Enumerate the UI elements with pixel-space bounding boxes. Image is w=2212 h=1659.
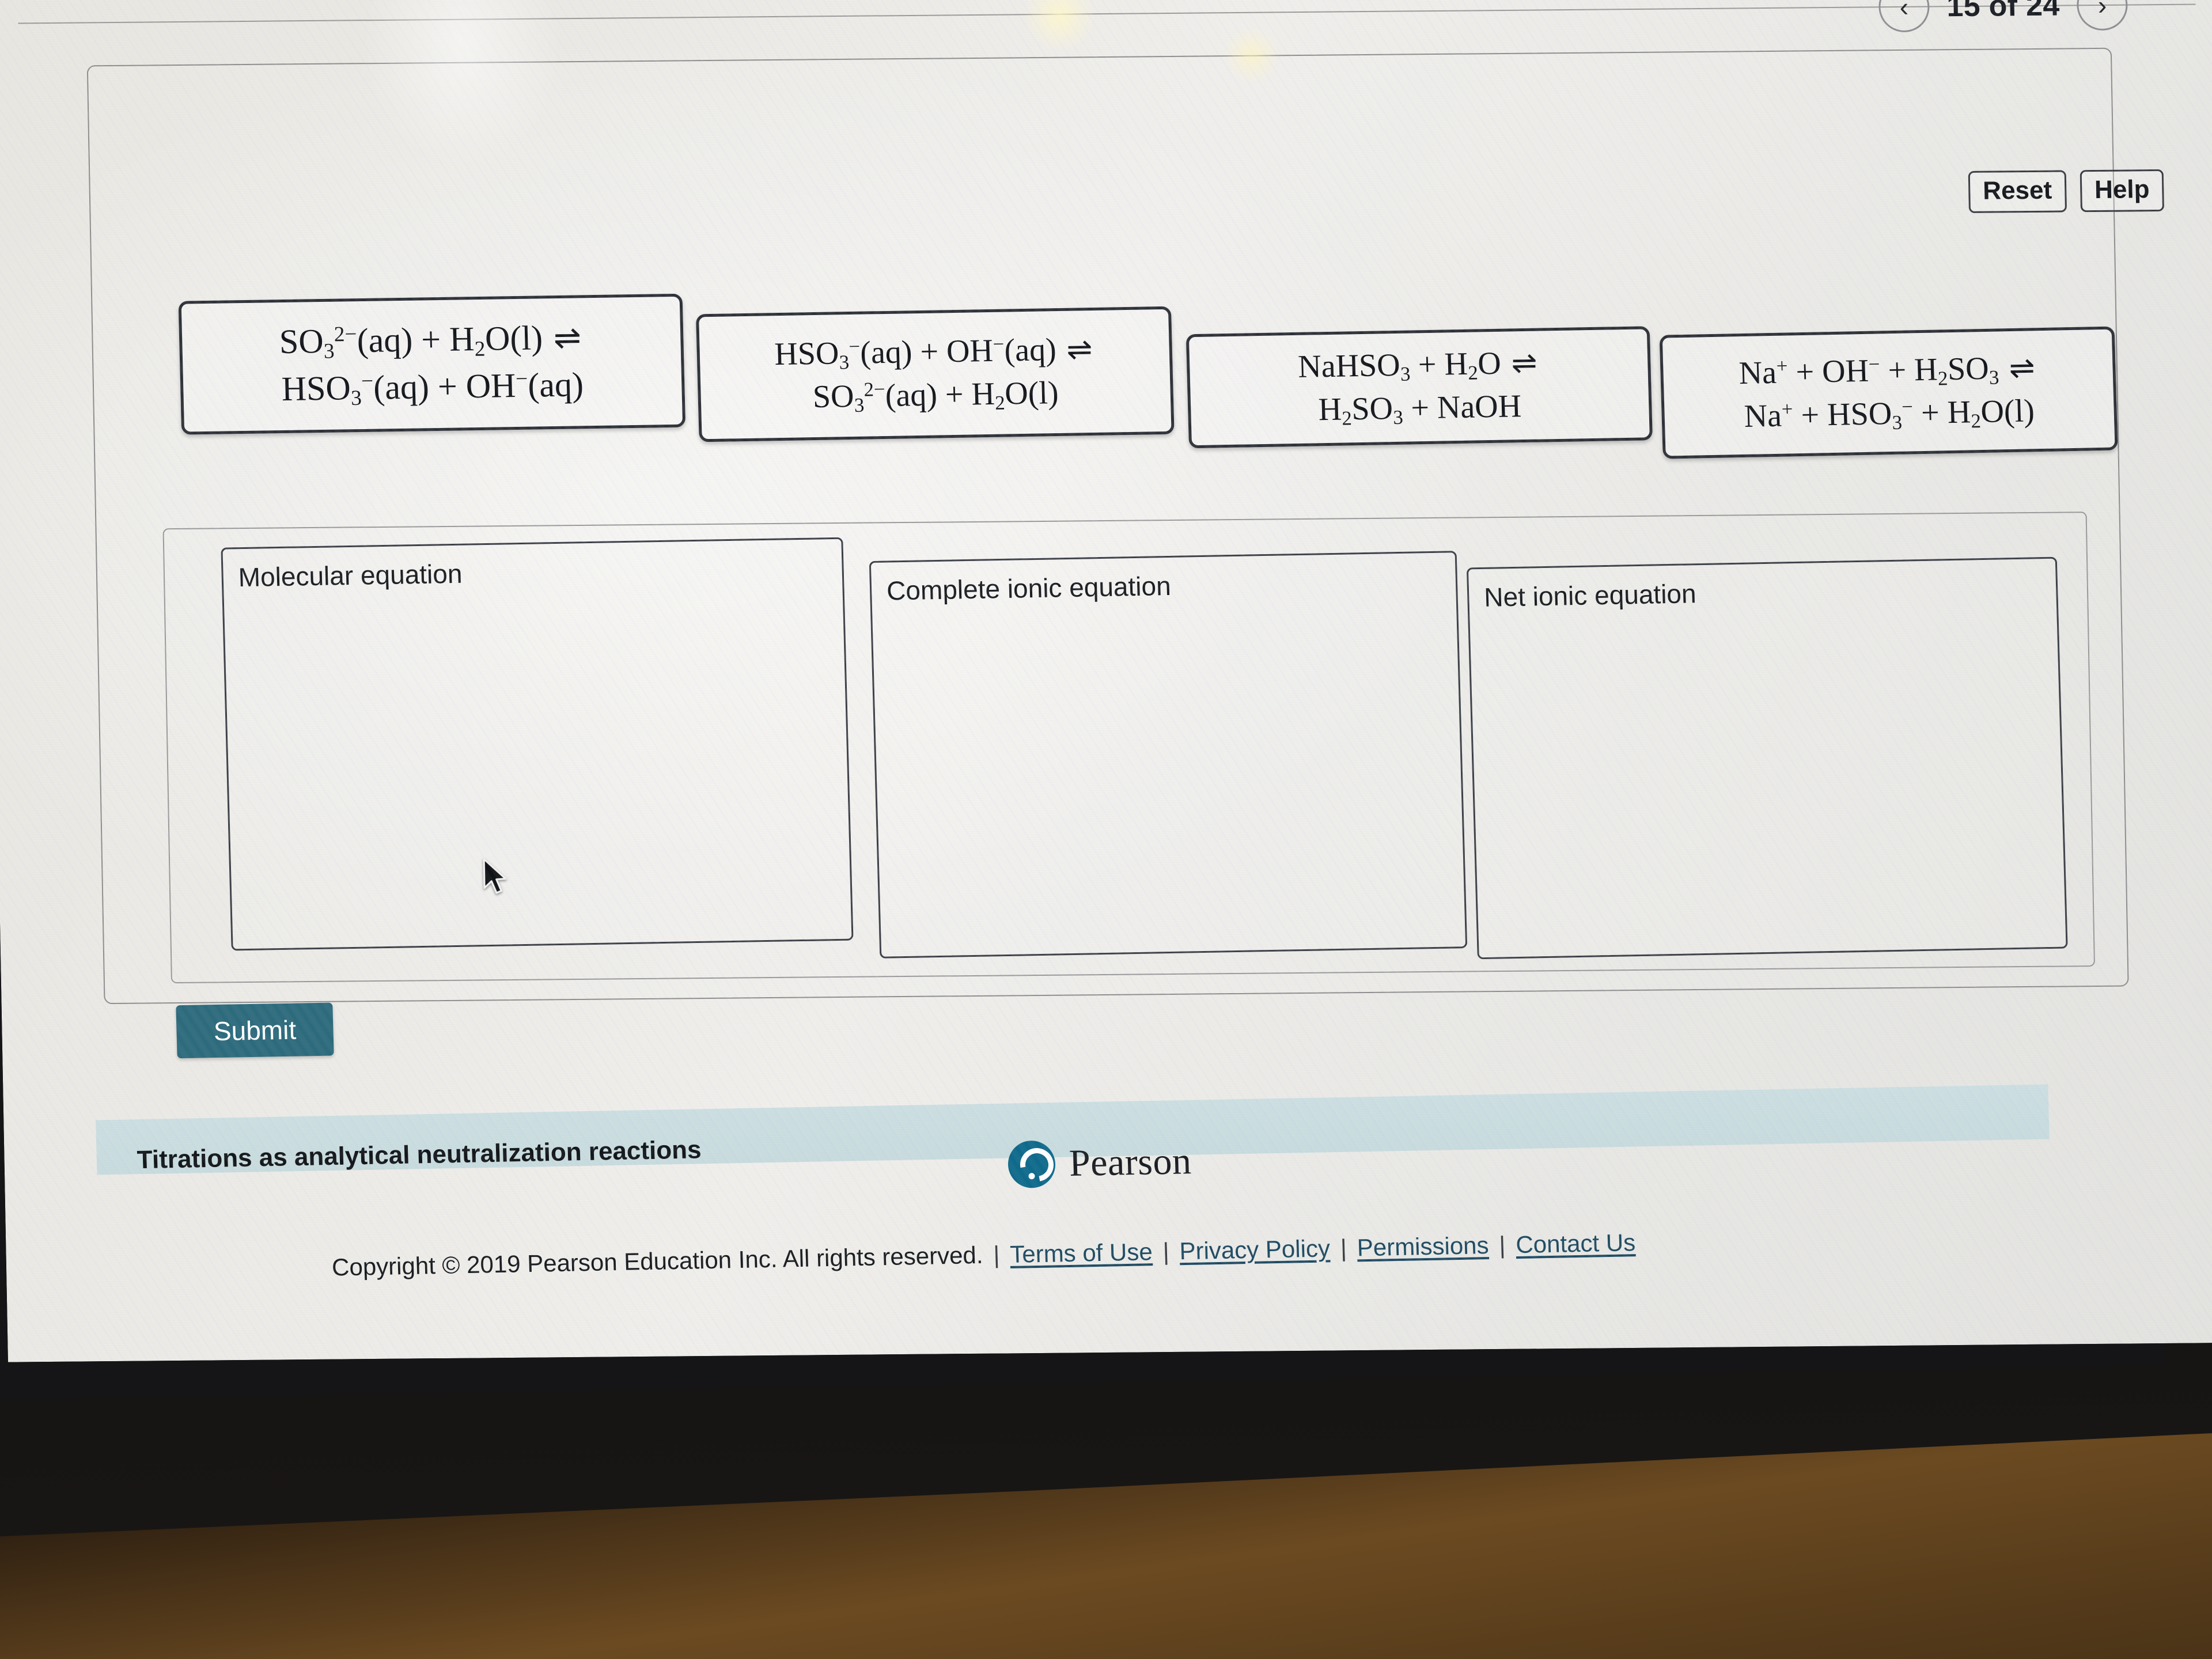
dropzone-net-ionic-equation[interactable]: Net ionic equation [1466,556,2068,960]
chevron-left-icon: ‹ [1899,0,1909,22]
equation-tile-2[interactable]: HSO3−(aq) + OH−(aq) ⇌ SO32−(aq) + H2O(l) [695,306,1175,442]
courseware-page: ‹ 15 of 24 › Reset Help SO32−(aq) + H2O(… [0,0,2212,1362]
monitor-screen: ‹ 15 of 24 › Reset Help SO32−(aq) + H2O(… [0,0,2212,1362]
copyright-text: Copyright © 2019 Pearson Education Inc. … [331,1241,984,1281]
pearson-brand: Pearson [1007,1138,1192,1188]
footer-separator-4: | [1498,1231,1506,1259]
dropzone-net-ionic-equation-label: Net ionic equation [1483,578,1697,612]
next-section-heading: Titrations as analytical neutralization … [137,1135,702,1175]
footer-link-contact-us[interactable]: Contact Us [1516,1229,1636,1259]
pearson-interrobang-icon [1007,1140,1056,1188]
equation-tile-1-text: SO32−(aq) + H2O(l) ⇌ HSO3−(aq) + OH−(aq) [279,319,584,410]
submit-button[interactable]: Submit [176,1002,334,1059]
equation-tile-4-text: Na+ + OH− + H2SO3 ⇌ Na+ + HSO3− + H2O(l) [1738,350,2036,434]
pearson-brand-name: Pearson [1068,1140,1192,1185]
reset-button[interactable]: Reset [1968,170,2067,214]
footer-separator-3: | [1340,1234,1347,1262]
question-toolbar: Reset Help [1968,169,2165,214]
dropzone-molecular-equation[interactable]: Molecular equation [221,537,854,951]
pagination: ‹ 15 of 24 › [1878,0,2128,33]
chevron-right-icon: › [2097,0,2107,20]
footer-separator-2: | [1162,1237,1170,1265]
mouse-pointer-icon [483,858,507,894]
dropzone-complete-ionic-equation-label: Complete ionic equation [886,570,1172,606]
equation-tile-4[interactable]: Na+ + OH− + H2SO3 ⇌ Na+ + HSO3− + H2O(l) [1659,326,2118,459]
equation-tile-3-text: NaHSO3 + H2O ⇌ H2SO3 + NaOH [1297,345,1538,430]
equation-tile-3[interactable]: NaHSO3 + H2O ⇌ H2SO3 + NaOH [1185,326,1653,449]
equation-tile-2-text: HSO3−(aq) + OH−(aq) ⇌ SO32−(aq) + H2O(l) [774,332,1093,416]
footer-link-privacy-policy[interactable]: Privacy Policy [1179,1234,1331,1265]
help-button[interactable]: Help [2080,169,2165,213]
footer-separator-1: | [993,1241,1000,1268]
footer-link-terms-of-use[interactable]: Terms of Use [1010,1238,1153,1268]
header-divider [18,3,2196,24]
footer-link-permissions[interactable]: Permissions [1357,1232,1489,1262]
photo-scene: ‹ 15 of 24 › Reset Help SO32−(aq) + H2O(… [0,0,2212,1659]
dropzone-complete-ionic-equation[interactable]: Complete ionic equation [869,551,1468,959]
footer: Copyright © 2019 Pearson Education Inc. … [331,1229,1635,1281]
prev-question-button[interactable]: ‹ [1878,0,1930,33]
pagination-label: 15 of 24 [1946,0,2061,24]
dropzone-molecular-equation-label: Molecular equation [238,558,463,593]
next-question-button[interactable]: › [2076,0,2128,31]
equation-tile-1[interactable]: SO32−(aq) + H2O(l) ⇌ HSO3−(aq) + OH−(aq) [178,293,686,435]
